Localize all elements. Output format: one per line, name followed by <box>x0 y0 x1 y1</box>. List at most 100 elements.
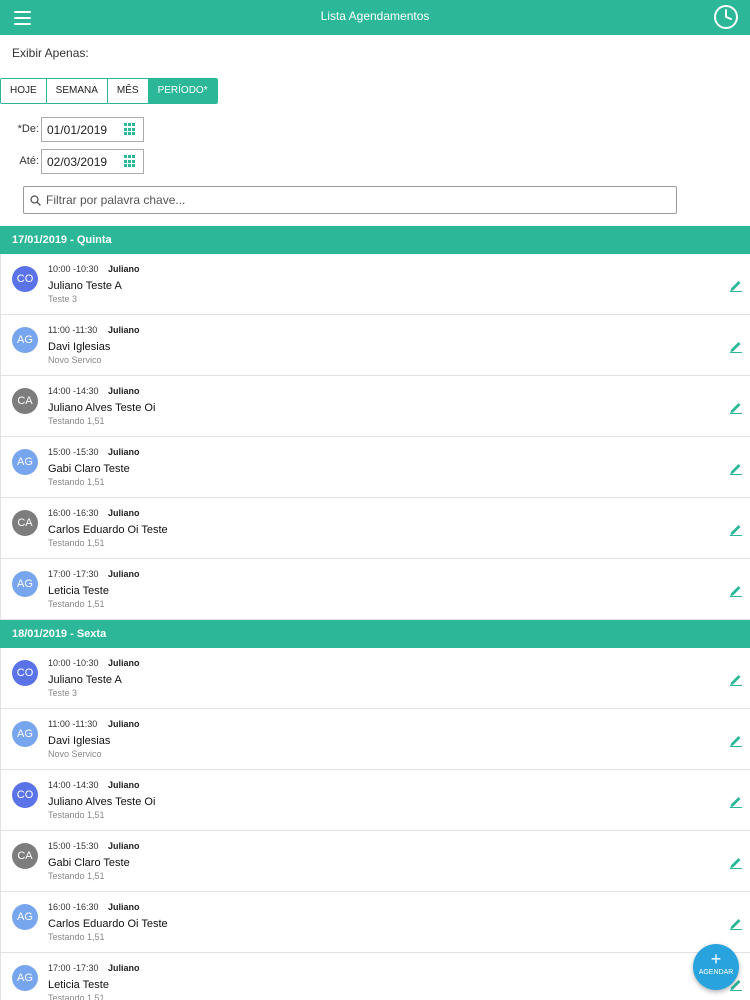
appointment-time: 15:00 -15:30 <box>48 447 99 457</box>
edit-pencil-icon[interactable] <box>729 522 743 536</box>
appointment-item[interactable]: CA 14:00 -14:30 Juliano Juliano Alves Teste… <box>0 376 750 437</box>
avatar: CO <box>12 782 38 808</box>
avatar: AG <box>12 904 38 930</box>
professional-name: Juliano <box>108 719 140 729</box>
professional-name: Juliano <box>108 508 140 518</box>
to-date-field <box>41 149 144 174</box>
client-name: Davi Iglesias <box>48 341 111 353</box>
avatar: CA <box>12 388 38 414</box>
edit-pencil-icon[interactable] <box>729 583 743 597</box>
avatar: AG <box>12 571 38 597</box>
day-header: 17/01/2019 - Quinta <box>0 226 750 254</box>
client-name: Juliano Alves Teste Oi <box>48 796 156 808</box>
appointment-item[interactable]: AG 17:00 -17:30 Juliano Leticia Teste Testan… <box>0 953 750 1000</box>
avatar: AG <box>12 449 38 475</box>
appointment-time: 10:00 -10:30 <box>48 658 99 668</box>
avatar: AG <box>12 721 38 747</box>
service-name: Testando 1,51 <box>48 871 105 881</box>
from-date-row: *De: <box>18 117 144 142</box>
to-date-input[interactable] <box>42 150 120 173</box>
service-name: Novo Servico <box>48 749 102 759</box>
avatar: CO <box>12 660 38 686</box>
client-name: Gabi Claro Teste <box>48 463 130 475</box>
edit-pencil-icon[interactable] <box>729 672 743 686</box>
appointment-item[interactable]: AG 17:00 -17:30 Juliano Leticia Teste Testan… <box>0 559 750 620</box>
plus-icon: + <box>710 949 722 969</box>
client-name: Juliano Teste A <box>48 674 122 686</box>
calendar-icon[interactable] <box>124 155 137 168</box>
service-name: Teste 3 <box>48 294 78 304</box>
client-name: Leticia Teste <box>48 585 109 597</box>
appointment-item[interactable]: AG 15:00 -15:30 Juliano Gabi Claro Teste Tes… <box>0 437 750 498</box>
edit-pencil-icon[interactable] <box>729 278 743 292</box>
service-name: Teste 3 <box>48 688 78 698</box>
appointment-item[interactable]: AG 16:00 -16:30 Juliano Carlos Eduardo Oi T… <box>0 892 750 953</box>
appointment-item[interactable]: CA 15:00 -15:30 Juliano Gabi Claro Teste Tes… <box>0 831 750 892</box>
service-name: Testando 1,51 <box>48 477 105 487</box>
keyword-search <box>23 186 677 214</box>
professional-name: Juliano <box>108 963 140 973</box>
edit-pencil-icon[interactable] <box>729 855 743 869</box>
service-name: Testando 1,51 <box>48 416 105 426</box>
edit-pencil-icon[interactable] <box>729 794 743 808</box>
period-selector: HOJE SEMANA MÊS PERÍODO* <box>0 78 218 104</box>
avatar: CA <box>12 510 38 536</box>
appointment-time: 16:00 -16:30 <box>48 902 99 912</box>
appointment-item[interactable]: CA 16:00 -16:30 Juliano Carlos Eduardo Oi T… <box>0 498 750 559</box>
show-only-label: Exibir Apenas: <box>12 46 89 60</box>
appointment-time: 11:00 -11:30 <box>48 325 98 335</box>
professional-name: Juliano <box>108 841 140 851</box>
service-name: Testando 1,51 <box>48 810 105 820</box>
to-date-row: Até: <box>19 149 144 174</box>
client-name: Carlos Eduardo Oi Teste <box>48 918 168 930</box>
professional-name: Juliano <box>108 325 140 335</box>
edit-pencil-icon[interactable] <box>729 916 743 930</box>
edit-pencil-icon[interactable] <box>729 461 743 475</box>
top-bar: Lista Agendamentos <box>0 0 750 35</box>
appointment-time: 15:00 -15:30 <box>48 841 99 851</box>
professional-name: Juliano <box>108 386 140 396</box>
professional-name: Juliano <box>108 902 140 912</box>
appointment-time: 16:00 -16:30 <box>48 508 99 518</box>
to-date-label: Até: <box>19 155 39 167</box>
appointment-item[interactable]: AG 11:00 -11:30 Juliano Davi Iglesias Novo S… <box>0 315 750 376</box>
professional-name: Juliano <box>108 658 140 668</box>
service-name: Testando 1,51 <box>48 932 105 942</box>
calendar-icon[interactable] <box>124 123 137 136</box>
appointment-item[interactable]: AG 11:00 -11:30 Juliano Davi Iglesias Novo S… <box>0 709 750 770</box>
appointment-item[interactable]: CO 10:00 -10:30 Juliano Juliano Teste A Test… <box>0 254 750 315</box>
from-date-field <box>41 117 144 142</box>
client-name: Leticia Teste <box>48 979 109 991</box>
from-date-input[interactable] <box>42 118 120 141</box>
period-week-button[interactable]: SEMANA <box>46 79 108 103</box>
professional-name: Juliano <box>108 780 140 790</box>
edit-pencil-icon[interactable] <box>729 733 743 747</box>
appointment-time: 11:00 -11:30 <box>48 719 98 729</box>
avatar: AG <box>12 327 38 353</box>
client-name: Juliano Teste A <box>48 280 122 292</box>
period-custom-button[interactable]: PERÍODO* <box>148 79 217 103</box>
appointment-time: 14:00 -14:30 <box>48 386 99 396</box>
clock-icon[interactable] <box>712 3 740 31</box>
professional-name: Juliano <box>108 264 140 274</box>
search-input[interactable] <box>46 190 666 210</box>
client-name: Juliano Alves Teste Oi <box>48 402 156 414</box>
appointment-time: 10:00 -10:30 <box>48 264 99 274</box>
client-name: Gabi Claro Teste <box>48 857 130 869</box>
edit-pencil-icon[interactable] <box>729 400 743 414</box>
client-name: Davi Iglesias <box>48 735 111 747</box>
add-appointment-button[interactable]: + AGENDAR <box>693 944 739 990</box>
page-title: Lista Agendamentos <box>320 9 430 23</box>
search-icon <box>30 195 41 206</box>
appointment-time: 17:00 -17:30 <box>48 963 99 973</box>
period-today-button[interactable]: HOJE <box>1 79 47 103</box>
appointment-item[interactable]: CO 10:00 -10:30 Juliano Juliano Teste A Test… <box>0 648 750 709</box>
add-appointment-label: AGENDAR <box>698 969 734 976</box>
appointment-item[interactable]: CO 14:00 -14:30 Juliano Juliano Alves Teste… <box>0 770 750 831</box>
avatar: CA <box>12 843 38 869</box>
edit-pencil-icon[interactable] <box>729 339 743 353</box>
service-name: Novo Servico <box>48 355 102 365</box>
day-header: 18/01/2019 - Sexta <box>0 620 750 648</box>
period-month-button[interactable]: MÊS <box>107 79 149 103</box>
service-name: Testando 1,51 <box>48 993 105 1000</box>
